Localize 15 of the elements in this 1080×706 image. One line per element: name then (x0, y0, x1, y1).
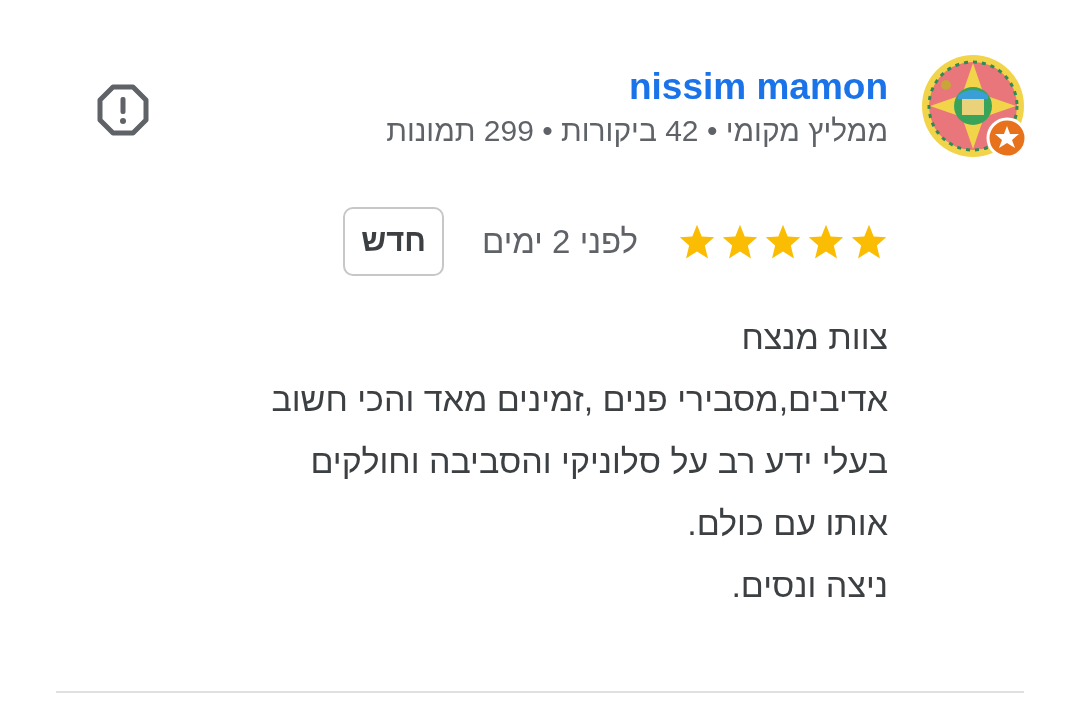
review-text-line: בעלי ידע רב על סלוניקי והסביבה וחולקים (309, 441, 888, 482)
reviewer-name[interactable]: nissim mamon (386, 67, 888, 107)
reviewer-meta: ממליץ מקומי • 42 ביקורות • 299 תמונות (386, 113, 888, 149)
review-text-line: אדיבים,מסבירי פנים ,זמינים מאד והכי חשוב (270, 379, 888, 420)
review-time: לפני 2 ימים (482, 221, 638, 262)
star-icon (764, 223, 802, 260)
review-text-line: ניצה ונסים. (730, 565, 888, 606)
star-icon (678, 223, 716, 260)
review-text-line: צוות מנצח (740, 317, 888, 358)
star-icon (850, 223, 888, 260)
new-badge: חדש (343, 207, 445, 276)
star-icon (721, 223, 759, 260)
review-text-line: אותו עם כולם. (686, 503, 888, 544)
report-icon[interactable] (97, 84, 149, 136)
star-icon (807, 223, 845, 260)
